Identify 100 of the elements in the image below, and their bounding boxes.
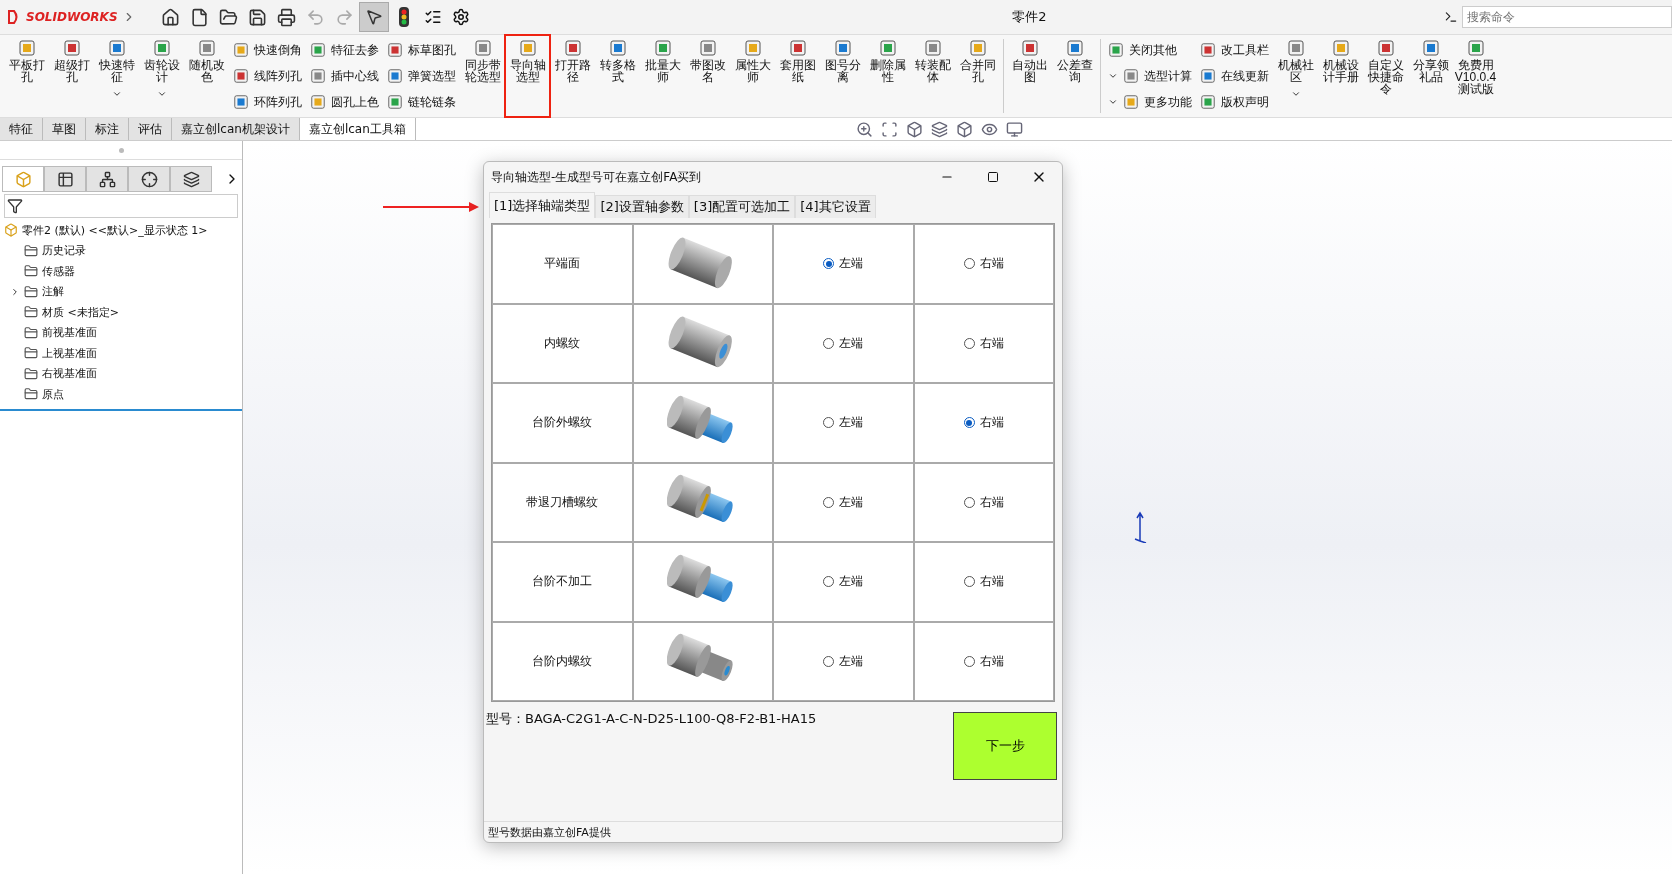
settings-icon[interactable] bbox=[452, 8, 470, 26]
radio-button[interactable] bbox=[823, 417, 835, 429]
tree-item[interactable]: 右视基准面 bbox=[0, 363, 242, 384]
radio-option[interactable]: 右端 bbox=[913, 224, 1054, 304]
radio-button[interactable] bbox=[823, 337, 835, 349]
ribbon-tab[interactable]: 标注 bbox=[86, 118, 129, 140]
view-tool-icon[interactable] bbox=[930, 120, 948, 138]
save-icon[interactable] bbox=[248, 7, 267, 27]
view-tool-icon[interactable] bbox=[855, 120, 873, 138]
file-icon[interactable] bbox=[190, 7, 209, 27]
ribbon-button[interactable]: 套用图纸 bbox=[775, 35, 820, 117]
radio-option[interactable]: 左端 bbox=[773, 462, 914, 542]
tree-item[interactable]: 传感器 bbox=[0, 261, 242, 282]
view-tool-icon[interactable] bbox=[880, 120, 898, 138]
radio-button[interactable] bbox=[823, 496, 835, 508]
dialog-tab[interactable]: [1]选择轴端类型 bbox=[489, 192, 596, 218]
ribbon-button[interactable]: 快速特征 bbox=[94, 35, 139, 117]
ribbon-item[interactable]: 弹簧选型 bbox=[387, 67, 456, 85]
radio-option[interactable]: 右端 bbox=[913, 621, 1054, 701]
ribbon-button[interactable]: 随机改色 bbox=[184, 35, 229, 117]
ribbon-item[interactable]: 选型计算 bbox=[1108, 67, 1192, 85]
ribbon-item[interactable]: 在线更新 bbox=[1200, 67, 1269, 85]
dialog-tab[interactable]: [2]设置轴参数 bbox=[595, 195, 689, 218]
expander-icon[interactable] bbox=[10, 286, 20, 297]
radio-option[interactable]: 左端 bbox=[773, 303, 914, 383]
list-icon[interactable] bbox=[424, 8, 442, 26]
radio-button[interactable] bbox=[823, 655, 835, 667]
ribbon-button[interactable]: 属性大师 bbox=[730, 35, 775, 117]
ribbon-item[interactable]: 版权声明 bbox=[1200, 93, 1269, 111]
radio-option[interactable]: 右端 bbox=[913, 542, 1054, 622]
ribbon-button[interactable]: 合并同孔 bbox=[955, 35, 1000, 117]
dropdown-icon[interactable] bbox=[111, 89, 122, 99]
dropdown-icon[interactable] bbox=[1290, 89, 1301, 99]
tree-item[interactable]: 材质 <未指定> bbox=[0, 302, 242, 323]
ribbon-item[interactable]: 链轮链条 bbox=[387, 93, 456, 111]
ribbon-item[interactable]: 插中心线 bbox=[310, 67, 379, 85]
filter-field[interactable] bbox=[4, 194, 238, 218]
ribbon-item[interactable]: 更多功能 bbox=[1108, 93, 1192, 111]
radio-button[interactable] bbox=[963, 337, 975, 349]
panel-tab[interactable] bbox=[44, 166, 86, 192]
dropdown-icon[interactable] bbox=[156, 89, 167, 99]
ribbon-item[interactable]: 标草图孔 bbox=[387, 41, 456, 59]
ribbon-button[interactable]: 打开路径 bbox=[550, 35, 595, 117]
tree-item[interactable]: 上视基准面 bbox=[0, 343, 242, 364]
radio-button[interactable] bbox=[963, 655, 975, 667]
panel-tab[interactable] bbox=[86, 166, 128, 192]
panel-handle[interactable] bbox=[118, 147, 124, 153]
ribbon-button[interactable]: 删除属性 bbox=[865, 35, 910, 117]
ribbon-item[interactable]: 关闭其他 bbox=[1108, 41, 1192, 59]
dropdown-icon[interactable] bbox=[1108, 71, 1118, 81]
tree-item[interactable]: 原点 bbox=[0, 384, 242, 405]
ribbon-tab[interactable]: 嘉立创lcan机架设计 bbox=[172, 118, 300, 140]
ribbon-item[interactable]: 线阵列孔 bbox=[233, 67, 302, 85]
view-tool-icon[interactable] bbox=[1005, 120, 1023, 138]
radio-button[interactable] bbox=[823, 576, 835, 588]
ribbon-button[interactable]: 导向轴选型 bbox=[505, 35, 550, 117]
ribbon-item[interactable]: 特征去参 bbox=[310, 41, 379, 59]
view-tool-icon[interactable] bbox=[955, 120, 973, 138]
radio-option[interactable]: 左端 bbox=[773, 542, 914, 622]
ribbon-button[interactable]: 机械社区 bbox=[1273, 35, 1318, 117]
ribbon-button[interactable]: 机械设计手册 bbox=[1318, 35, 1363, 117]
ribbon-button[interactable]: 自动出图 bbox=[1007, 35, 1052, 117]
next-button[interactable]: 下一步 bbox=[953, 712, 1057, 780]
panel-tab[interactable] bbox=[170, 166, 212, 192]
ribbon-button[interactable]: 超级打孔 bbox=[49, 35, 94, 117]
radio-option[interactable]: 右端 bbox=[913, 383, 1054, 463]
home-icon[interactable] bbox=[161, 7, 180, 27]
tree-item[interactable]: 零件2 (默认) <<默认>_显示状态 1> bbox=[0, 220, 242, 241]
radio-option[interactable]: 左端 bbox=[773, 224, 914, 304]
radio-button[interactable] bbox=[963, 496, 975, 508]
ribbon-button[interactable]: 自定义快捷命令 bbox=[1363, 35, 1408, 117]
ribbon-button[interactable]: 平板打孔 bbox=[4, 35, 49, 117]
ribbon-button[interactable]: 批量大师 bbox=[640, 35, 685, 117]
radio-option[interactable]: 右端 bbox=[913, 303, 1054, 383]
dialog-tab[interactable]: [3]配置可选加工 bbox=[688, 195, 796, 218]
radio-option[interactable]: 左端 bbox=[773, 383, 914, 463]
ribbon-button[interactable]: 分享领礼品 bbox=[1408, 35, 1453, 117]
ribbon-button[interactable]: 公差查询 bbox=[1052, 35, 1097, 117]
folder-icon[interactable] bbox=[219, 7, 238, 27]
view-tool-icon[interactable] bbox=[905, 120, 923, 138]
ribbon-item[interactable]: 快速倒角 bbox=[233, 41, 302, 59]
traffic-light-icon[interactable] bbox=[397, 6, 411, 28]
ribbon-tab[interactable]: 特征 bbox=[0, 118, 43, 140]
radio-button[interactable] bbox=[963, 576, 975, 588]
ribbon-item[interactable]: 环阵列孔 bbox=[233, 93, 302, 111]
radio-button[interactable] bbox=[823, 258, 835, 270]
ribbon-tab[interactable]: 评估 bbox=[129, 118, 172, 140]
ribbon-item[interactable]: 改工具栏 bbox=[1200, 41, 1269, 59]
radio-option[interactable]: 左端 bbox=[773, 621, 914, 701]
ribbon-button[interactable]: 转装配体 bbox=[910, 35, 955, 117]
tree-item[interactable]: 历史记录 bbox=[0, 240, 242, 261]
print-icon[interactable] bbox=[277, 7, 296, 27]
panel-tab[interactable] bbox=[128, 166, 170, 192]
ribbon-button[interactable]: 带图改名 bbox=[685, 35, 730, 117]
dropdown-icon[interactable] bbox=[1108, 97, 1118, 107]
dialog-tab[interactable]: [4]其它设置 bbox=[795, 195, 876, 218]
ribbon-button[interactable]: 免费用V10.0.4测试版 bbox=[1453, 35, 1498, 117]
tree-item[interactable]: 前视基准面 bbox=[0, 322, 242, 343]
search-field[interactable]: 搜索命令 bbox=[1462, 6, 1672, 28]
select-tool-button[interactable] bbox=[359, 2, 389, 32]
